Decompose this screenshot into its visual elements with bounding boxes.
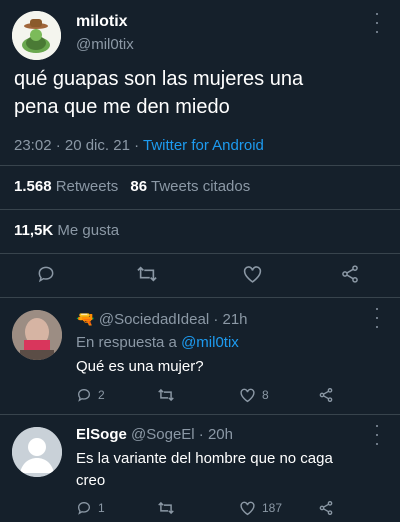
reply-1-reply-to-link[interactable]: @mil0tix [181,334,239,351]
default-profile-icon [12,427,62,477]
share-icon [319,388,333,402]
avatar-milotix[interactable] [12,11,61,60]
reply-1-reply-count: 2 [98,388,105,402]
reply-2-handle-time[interactable]: @SogeEl · 20h [131,426,233,443]
retweets-count[interactable]: 1.568 [14,178,52,195]
reply-1-name-emoji[interactable]: 🔫 [76,311,95,328]
reply-1-share-button[interactable] [318,387,334,403]
reply-1-more-options-icon[interactable] [374,308,380,328]
avatar-elsoge[interactable] [12,427,62,477]
like-icon [240,388,255,403]
divider [0,297,400,298]
tweet-display-name[interactable]: milotix [76,13,128,31]
reply-2-reply-count: 1 [98,501,105,515]
reply-1-reply-prefix: En respuesta a [76,334,177,351]
reply-1-like-button[interactable]: 8 [239,387,269,403]
reply-2-like-count: 187 [262,501,283,515]
retweet-icon [158,501,174,515]
reply-2-more-options-icon[interactable] [374,425,380,445]
turtle-cowboy-avatar-image [12,11,61,60]
reply-2-reply-button[interactable]: 1 [76,500,105,516]
more-options-icon[interactable] [374,13,380,33]
tweet-handle[interactable]: @mil0tix [76,36,134,53]
reply-1-replying-to: En respuesta a @mil0tix [76,334,239,351]
likes-count[interactable]: 11,5K [14,222,53,239]
reply-2-text-line-1: Es la variante del hombre que no caga [76,450,333,467]
reply-icon [77,388,91,402]
retweet-icon [158,388,174,402]
likes-label[interactable]: Me gusta [57,222,119,239]
reply-1-like-count: 8 [262,388,269,402]
reply-2-share-button[interactable] [318,500,334,516]
reply-2-display-name[interactable]: ElSoge [76,426,127,443]
divider [0,209,400,210]
reply-2-retweet-button[interactable] [157,500,175,516]
reply-icon[interactable] [36,264,56,284]
tweet-stats-row: 1.568 Retweets 86 Tweets citados [14,178,250,195]
reply-icon [77,501,91,515]
tweet-text-line-1: qué guapas son las mujeres una [14,68,304,90]
reply-2-text-line-2: creo [76,472,106,489]
reply-2-like-button[interactable]: 187 [239,500,282,516]
reply-1-retweet-button[interactable] [157,387,175,403]
divider [0,165,400,166]
avatar-sociedadideal[interactable] [12,310,62,360]
share-icon [319,501,333,515]
tweet-meta: 23:02 · 20 dic. 21 · Twitter for Android [14,137,264,154]
like-icon[interactable] [242,264,263,284]
tweet-timestamp[interactable]: 23:02 · 20 dic. 21 · [14,137,139,154]
reply-2-header: ElSoge @SogeEl · 20h [76,426,233,443]
tweet-likes-row: 11,5K Me gusta [14,222,119,239]
reply-1-reply-button[interactable]: 2 [76,387,105,403]
reply-1-text: Qué es una mujer? [76,358,204,375]
share-icon[interactable] [340,264,360,284]
tweet-source-link[interactable]: Twitter for Android [143,137,264,154]
like-icon [240,501,255,516]
retweet-icon[interactable] [136,264,158,284]
reply-1-handle-time[interactable]: @SociedadIdeal · 21h [99,311,248,328]
divider [0,253,400,254]
quotes-label[interactable]: Tweets citados [151,178,250,195]
tweet-text-line-2: pena que me den miedo [14,96,230,118]
quotes-count[interactable]: 86 [130,178,147,195]
divider [0,414,400,415]
person-avatar-image [12,310,62,360]
reply-1-header: 🔫 @SociedadIdeal · 21h [76,310,248,328]
retweets-label[interactable]: Retweets [56,178,119,195]
